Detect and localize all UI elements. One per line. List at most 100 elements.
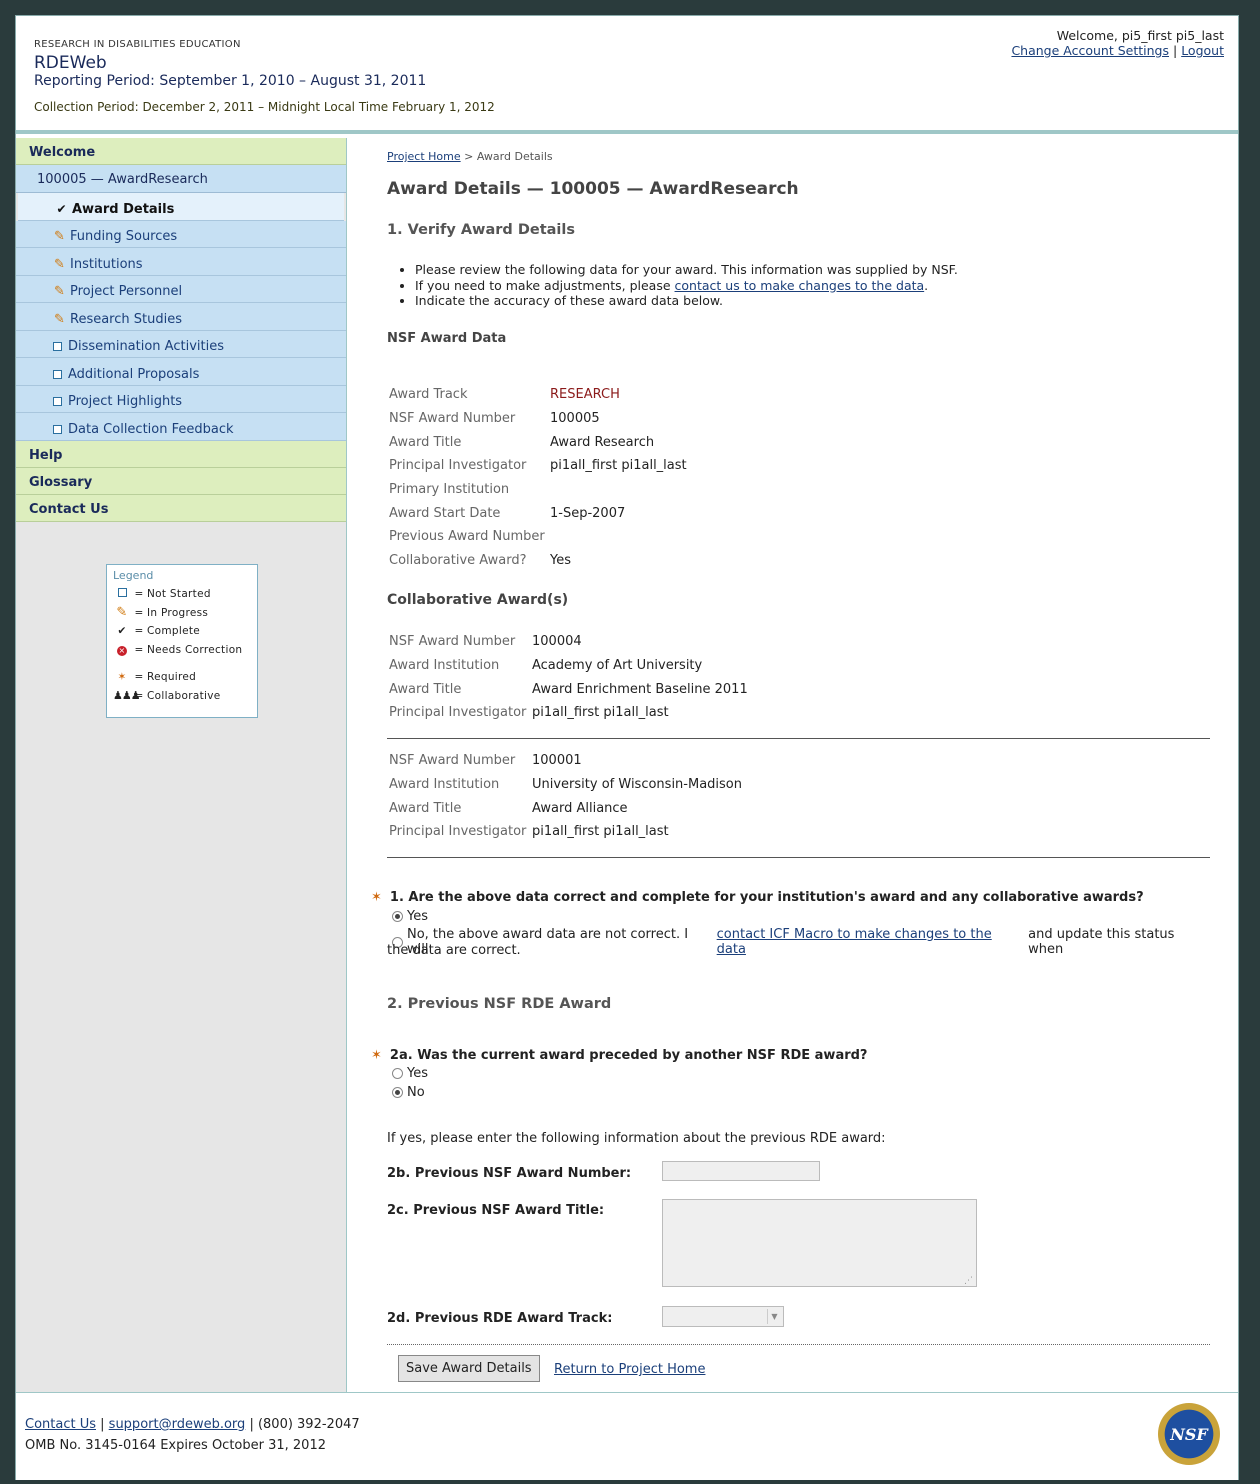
question-text: 1. Are the above data correct and comple… [389, 890, 1144, 905]
nav-dissemination-activities[interactable]: Dissemination Activities [16, 330, 346, 358]
field-value: 100001 [532, 753, 582, 769]
contact-us-changes-link[interactable]: contact us to make changes to the data [675, 278, 925, 293]
section-verify-heading: 1. Verify Award Details [387, 222, 575, 238]
nav-help[interactable]: Help [16, 440, 346, 468]
nav-contact-us[interactable]: Contact Us [16, 494, 346, 522]
option-label: and update this status when [1028, 927, 1175, 957]
legend-label: Collaborative [147, 689, 221, 702]
radio-button[interactable] [392, 1068, 403, 1079]
q2a-no-option[interactable]: No [392, 1085, 425, 1100]
legend: Legend = Not Started ✎ = In Progress ✔ =… [106, 564, 258, 718]
field-value [548, 478, 689, 502]
nav-project-highlights[interactable]: Project Highlights [16, 385, 346, 413]
nav-data-collection-feedback[interactable]: Data Collection Feedback [16, 413, 346, 441]
nav-research-studies[interactable]: ✎ Research Studies [16, 303, 346, 331]
checkmark-icon: ✔ [56, 202, 67, 217]
legend-label: In Progress [147, 606, 209, 619]
legend-label: Complete [147, 625, 201, 638]
previous-award-track-select[interactable]: ▼ [662, 1306, 784, 1327]
nav-award-details[interactable]: ✔ Award Details [18, 193, 344, 221]
field-label: Award Institution [389, 777, 500, 793]
table-row: Principal Investigator pi1all_first pi1al… [387, 820, 744, 844]
question-1: ✶ 1. Are the above data correct and compl… [371, 890, 1144, 905]
legend-row: ✔ = Complete [113, 622, 251, 641]
pencil-icon: ✎ [54, 256, 65, 272]
pencil-icon: ✎ [54, 284, 65, 300]
legend-row: ✶ = Required [113, 668, 251, 687]
return-to-project-home-link[interactable]: Return to Project Home [554, 1362, 705, 1377]
table-row: NSF Award Number 100004 [387, 630, 750, 654]
field-label: NSF Award Number [389, 634, 516, 650]
nav-label: Additional Proposals [68, 366, 200, 382]
required-icon: ✶ [371, 1048, 382, 1063]
collection-period: Collection Period: December 2, 2011 – Mi… [34, 100, 495, 114]
if-yes-instruction: If yes, please enter the following infor… [387, 1131, 886, 1146]
nav-award[interactable]: 100005 — AwardResearch [16, 165, 346, 193]
equals: = [134, 689, 144, 702]
breadcrumb: Project Home > Award Details [387, 150, 553, 163]
q2a-yes-option[interactable]: Yes [392, 1066, 428, 1081]
collab-awards-heading: Collaborative Award(s) [387, 592, 569, 608]
chevron-down-icon[interactable]: ▼ [767, 1309, 781, 1324]
field-value: Award Research [550, 434, 655, 450]
nsf-award-data-heading: NSF Award Data [387, 331, 507, 346]
field-label: Primary Institution [389, 482, 510, 498]
collab-award-table: NSF Award Number 100004 Award Institution… [387, 630, 750, 725]
field-value: Award Alliance [532, 800, 628, 816]
section-previous-award-heading: 2. Previous NSF RDE Award [387, 996, 612, 1012]
field-label: Award Title [389, 800, 462, 816]
radio-button[interactable] [392, 911, 403, 922]
save-award-details-button[interactable]: Save Award Details [398, 1355, 540, 1382]
support-email-link[interactable]: support@rdeweb.org [109, 1417, 246, 1432]
legend-row: ♟♟♟ = Collaborative [113, 687, 251, 706]
divider [387, 1344, 1210, 1345]
field-value: pi1all_first pi1all_last [550, 458, 687, 474]
field-label: Principal Investigator [389, 705, 527, 721]
text: . [924, 277, 929, 293]
change-account-settings-link[interactable]: Change Account Settings [1011, 43, 1169, 58]
nav-institutions[interactable]: ✎ Institutions [16, 248, 346, 276]
field-label: Collaborative Award? [389, 553, 527, 569]
legend-label: Not Started [147, 588, 211, 601]
breadcrumb-project-home[interactable]: Project Home [387, 150, 461, 163]
field-label: NSF Award Number [389, 753, 516, 769]
field-label: Award Start Date [389, 505, 501, 521]
table-row: Award Institution University of Wisconsin… [387, 773, 744, 797]
nav-project-personnel[interactable]: ✎ Project Personnel [16, 275, 346, 303]
collab-award-table: NSF Award Number 100001 Award Institution… [387, 749, 744, 844]
radio-button[interactable] [392, 1087, 403, 1098]
nav-additional-proposals[interactable]: Additional Proposals [16, 358, 346, 386]
equals: = [134, 606, 144, 619]
table-row: Award Institution Academy of Art Universi… [387, 654, 750, 678]
award-data-table: Award Track RESEARCH NSF Award Number 1000… [387, 383, 689, 573]
breadcrumb-current: Award Details [476, 150, 553, 163]
list-item: If you need to make adjustments, please … [415, 278, 958, 294]
contact-icf-link[interactable]: contact ICF Macro to make changes to the… [717, 927, 1024, 957]
list-item: Please review the following data for you… [415, 262, 958, 278]
field-value: Award Enrichment Baseline 2011 [532, 681, 748, 697]
nsf-logo: NSF [1158, 1403, 1220, 1465]
option-label: Yes [407, 909, 428, 924]
table-row: Award Title Award Alliance [387, 796, 744, 820]
field-value: Yes [550, 553, 571, 569]
people-icon: ♟♟♟ [113, 689, 141, 703]
previous-award-title-textarea[interactable]: ⋰ [662, 1199, 977, 1287]
field-label: Award Title [389, 434, 462, 450]
phone-number: | (800) 392-2047 [249, 1417, 360, 1432]
welcome-text: Welcome, pi5_first pi5_last [1056, 28, 1224, 43]
nav-glossary[interactable]: Glossary [16, 467, 346, 495]
resize-handle-icon[interactable]: ⋰ [964, 1276, 973, 1286]
footer-contact-link[interactable]: Contact Us [25, 1417, 96, 1432]
nav-funding-sources[interactable]: ✎ Funding Sources [16, 220, 346, 248]
table-row: Award Start Date 1-Sep-2007 [387, 501, 689, 525]
nav-label: Research Studies [70, 311, 182, 327]
logout-link[interactable]: Logout [1181, 43, 1224, 58]
previous-award-number-input[interactable] [662, 1161, 820, 1181]
reporting-period: Reporting Period: September 1, 2010 – Au… [34, 73, 427, 89]
table-row: NSF Award Number 100001 [387, 749, 744, 773]
option-label: No [407, 1085, 425, 1100]
org-name: RESEARCH IN DISABILITIES EDUCATION [34, 39, 241, 50]
nav-welcome[interactable]: Welcome [16, 138, 346, 165]
sidebar: Welcome 100005 — AwardResearch ✔ Award D… [16, 138, 347, 1392]
q1-yes-option[interactable]: Yes [392, 909, 428, 924]
